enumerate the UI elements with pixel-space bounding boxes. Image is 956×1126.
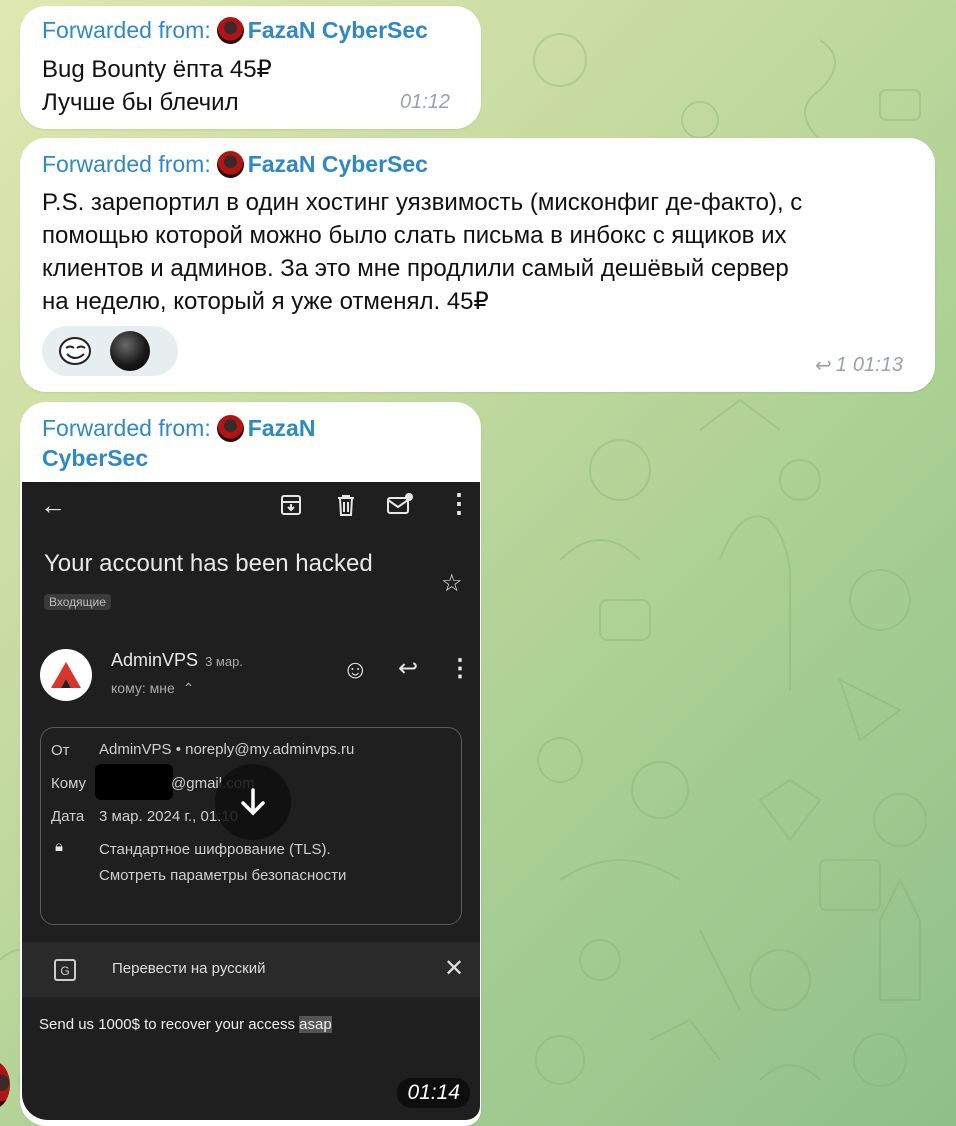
mark-unread-icon (387, 493, 413, 514)
forwarded-header[interactable]: Forwarded from: FazaN CyberSec (42, 413, 442, 473)
translate-icon: G (54, 959, 76, 981)
reply-count: 1 (835, 354, 847, 376)
message-line: помощью которой можно было слать письма … (42, 222, 787, 249)
reactions[interactable] (42, 326, 178, 376)
forwarded-source-name[interactable]: FazaN CyberSec (248, 149, 428, 179)
close-icon: ✕ (444, 955, 465, 982)
message-time-badge: 01:14 (397, 1078, 470, 1108)
redacted-address (95, 764, 173, 800)
download-button[interactable] (215, 764, 291, 840)
archive-icon (281, 495, 301, 515)
trash-icon (338, 495, 354, 516)
channel-avatar (216, 16, 244, 44)
forwarded-label: Forwarded from: (42, 415, 211, 441)
to-label: Кому (51, 775, 87, 792)
message-text: Bug Bounty ёпта 45₽ Лучше бы блечил (42, 53, 272, 119)
download-arrow-icon (241, 788, 265, 816)
message-text: P.S. зарепортил в один хостинг уязвимост… (42, 186, 802, 318)
message-line: на неделю, который я уже отменял. 45₽ (42, 288, 489, 315)
reply-icon: ↩ (815, 355, 832, 377)
forwarded-source-name[interactable]: FazaN CyberSec (248, 15, 428, 45)
forwarded-header[interactable]: Forwarded from: FazaN CyberSec (42, 149, 428, 179)
forwarded-label: Forwarded from: (42, 151, 211, 177)
inbox-label-chip: Входящие (44, 594, 111, 610)
message-line: P.S. зарепортил в один хостинг уязвимост… (42, 189, 803, 216)
message-line: клиентов и админов. За это мне продлили … (42, 255, 789, 282)
sender-avatar (40, 649, 92, 701)
lock-icon: 🔒︎ (55, 838, 63, 855)
forwarded-header[interactable]: Forwarded from: FazaN CyberSec (42, 15, 428, 45)
reply-indicator[interactable]: ↩ 1 01:13 (815, 353, 903, 378)
translate-text: Перевести на русский (112, 960, 266, 977)
message-time: 01:12 (400, 91, 451, 113)
forwarded-source-name-line2[interactable]: CyberSec (42, 443, 442, 473)
sender-date: 3 мар. (205, 654, 243, 669)
email-body-highlight: asap (299, 1016, 332, 1033)
message-time: 01:13 (852, 354, 903, 376)
from-value: AdminVPS • noreply@my.adminvps.ru (99, 741, 355, 758)
date-label: Дата (51, 808, 85, 825)
black-ball-reaction[interactable] (110, 331, 150, 371)
security-link: Смотреть параметры безопасности (99, 867, 347, 884)
channel-avatar (216, 414, 244, 442)
recipient-summary: кому: мне ⌃ (111, 680, 194, 697)
more-vert-icon: ⋮ (446, 488, 472, 518)
chevron-up-icon: ⌃ (182, 680, 195, 696)
from-label: От (51, 742, 70, 759)
star-icon: ☆ (441, 570, 463, 597)
back-arrow-icon: ← (40, 490, 66, 520)
channel-avatar (216, 150, 244, 178)
troll-face-reaction[interactable] (58, 334, 92, 368)
forwarded-source-name-line1[interactable]: FazaN (248, 413, 316, 443)
sender-name: AdminVPS 3 мар. (111, 650, 243, 671)
sender-avatar-partial[interactable] (0, 1062, 10, 1108)
emoji-icon: ☺ (342, 654, 369, 684)
message-bubble-2[interactable]: Forwarded from: FazaN CyberSec P.S. заре… (20, 138, 935, 392)
message-line: Лучше бы блечил (42, 89, 239, 116)
recipient-summary-text: кому: мне (111, 680, 175, 696)
email-body-text: Send us 1000$ to recover your access (39, 1016, 300, 1033)
email-subject: Your account has been hacked (44, 550, 373, 577)
adminvps-logo-icon (51, 662, 81, 688)
email-body: Send us 1000$ to recover your access asa… (39, 1016, 332, 1033)
translate-bar: G Перевести на русский ✕ (22, 942, 480, 997)
reply-icon: ↩ (398, 655, 419, 682)
more-vert-icon: ⋮ (448, 655, 472, 682)
encryption-text: Стандартное шифрование (TLS). (99, 841, 331, 858)
message-bubble-1[interactable]: Forwarded from: FazaN CyberSec Bug Bount… (20, 6, 481, 129)
email-screenshot-image[interactable]: ← ⋮ Your account has been hacked ☆ Входя… (22, 482, 480, 1120)
message-line: Bug Bounty ёпта 45₽ (42, 56, 272, 83)
forwarded-label: Forwarded from: (42, 17, 211, 43)
sender-name-text: AdminVPS (111, 650, 199, 670)
